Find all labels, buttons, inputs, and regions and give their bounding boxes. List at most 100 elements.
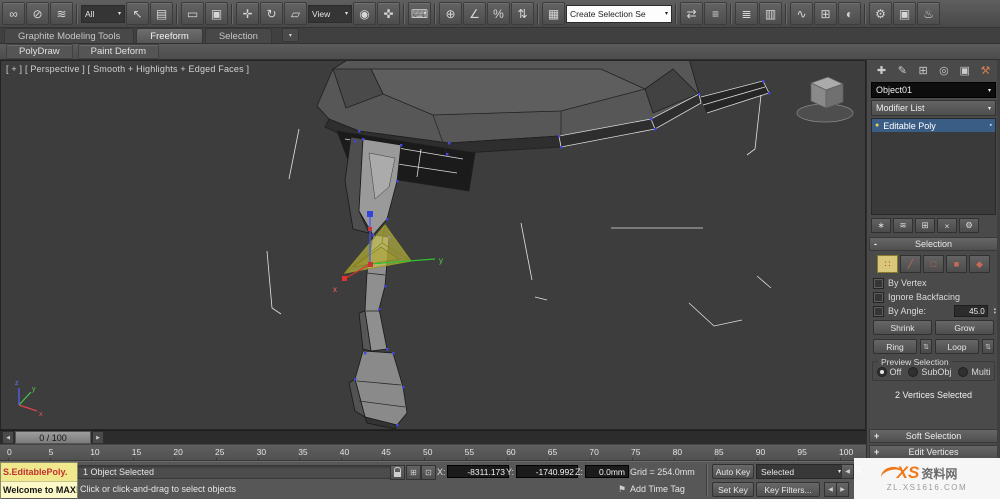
percent-snap-icon[interactable]: % [487,2,510,25]
select-and-move-icon[interactable]: ✛ [236,2,259,25]
perspective-viewport[interactable]: [ + ] [ Perspective ] [ Smooth + Highlig… [0,60,866,430]
absolute-mode-icon[interactable]: ⊞ [406,465,421,480]
spinner-snap-icon[interactable]: ⇅ [511,2,534,25]
pin-stack-icon[interactable]: ∗ [871,218,891,233]
ribbon-tab-freeform[interactable]: Freeform [136,28,203,43]
add-time-tag[interactable]: Add Time Tag [630,484,685,494]
edge-mode-button[interactable]: ╱ [900,255,921,273]
time-slider-track[interactable]: ◀ 0 / 100 ▶ [0,430,866,444]
y-coordinate-field[interactable]: -1740.992 [516,465,578,478]
tab-display-icon[interactable]: ▣ [957,63,972,78]
select-and-manipulate-icon[interactable]: ✜ [377,2,400,25]
radio-off-option[interactable]: Off [876,367,901,377]
select-and-scale-icon[interactable]: ▱ [284,2,307,25]
loop-spinner[interactable]: ⇅ [982,339,994,354]
selection-filter-dropdown[interactable]: All ▾ [81,4,125,23]
rollout-soft-selection-header[interactable]: + Soft Selection [869,429,998,443]
ring-button[interactable]: Ring [873,339,917,354]
previous-frame-arrow[interactable]: ◀ [2,431,14,444]
by-vertex-checkbox[interactable] [873,277,884,289]
make-unique-icon[interactable]: ⊞ [915,218,935,233]
stack-row-editable-poly[interactable]: ● Editable Poly ▪ [872,119,995,132]
rollout-edit-vertices-header[interactable]: + Edit Vertices [869,445,998,459]
time-slider-handle[interactable]: 0 / 100 [15,431,91,444]
window-crossing-icon[interactable]: ▣ [205,2,228,25]
object-name-dropdown[interactable]: Object01 ▾ [871,82,996,98]
use-pivot-center-icon[interactable]: ◉ [353,2,376,25]
configure-modifier-sets-icon[interactable]: ⚙ [959,218,979,233]
tab-motion-icon[interactable]: ◎ [936,63,951,78]
remove-modifier-icon[interactable]: × [937,218,957,233]
rollout-selection-header[interactable]: - Selection [869,237,998,251]
rectangular-selection-region-icon[interactable]: ▭ [181,2,204,25]
ring-spinner[interactable]: ⇅ [920,339,932,354]
next-frame-arrow[interactable]: ▶ [92,431,104,444]
named-selection-set-dropdown[interactable]: Create Selection Se ▾ [566,4,672,23]
keyboard-override-icon[interactable]: ⌨ [408,2,431,25]
render-setup-icon[interactable]: ⚙ [869,2,892,25]
radio-multi-button[interactable] [958,367,969,377]
select-and-link-icon[interactable]: ∞ [2,2,25,25]
radio-multi-option[interactable]: Multi [958,367,990,377]
auto-key-button[interactable]: Auto Key [712,464,754,479]
viewport-label[interactable]: [ + ] [ Perspective ] [ Smooth + Highlig… [6,64,249,74]
ribbon-tab-graphite-modeling-tools[interactable]: Graphite Modeling Tools [4,28,135,43]
angle-spinner[interactable]: ▴ ▾ [994,306,996,315]
timeline-ruler[interactable]: 0 5 10 15 20 25 30 35 40 45 50 55 60 65 70 75 80 85 90 95 10… [0,444,866,461]
select-object-icon[interactable]: ↖ [126,2,149,25]
angle-value-field[interactable]: 45.0 [953,305,988,317]
modifier-stack[interactable]: ● Editable Poly ▪ [871,118,996,215]
element-mode-button[interactable]: ◆ [969,255,990,273]
shrink-button[interactable]: Shrink [873,320,932,335]
by-angle-checkbox[interactable] [873,305,884,317]
subobject-expand-icon[interactable]: ▪ [990,122,992,129]
layer-manager-icon[interactable]: ≣ [735,2,758,25]
offset-mode-icon[interactable]: ⊡ [421,465,436,480]
select-and-rotate-icon[interactable]: ↻ [260,2,283,25]
x-coordinate-field[interactable]: -8311.173 [447,465,509,478]
rendered-frame-icon[interactable]: ▣ [893,2,916,25]
viewport-canvas[interactable]: x y x y z [1,61,865,429]
z-coordinate-field[interactable]: 0.0mm [585,465,629,478]
ribbon-tab-selection[interactable]: Selection [204,28,272,43]
material-editor-icon[interactable]: ◐ [838,2,861,25]
schematic-view-icon[interactable]: ⊞ [814,2,837,25]
maxscript-mini-listener[interactable]: S.EditablePoly. Welcome to MAX! [0,462,78,499]
radio-subobj-button[interactable] [908,367,919,377]
modifier-list-dropdown[interactable]: Modifier List ▾ [871,100,996,116]
tab-hierarchy-icon[interactable]: ⊞ [916,63,931,78]
viewcube[interactable] [796,76,854,123]
ribbon-minimize-icon[interactable]: ▾ [281,28,299,42]
snaps-toggle-icon[interactable]: ⊕ [439,2,462,25]
polygon-mode-button[interactable]: ■ [946,255,967,273]
angle-snap-icon[interactable]: ∠ [463,2,486,25]
set-key-button[interactable]: Set Key [712,482,754,497]
radio-subobj-option[interactable]: SubObj [908,367,951,377]
show-end-result-icon[interactable]: ≋ [893,218,913,233]
next-key-icon[interactable]: ▶ [836,482,849,497]
grow-button[interactable]: Grow [935,320,994,335]
named-selection-sets-icon[interactable]: ▦ [542,2,565,25]
ignore-backfacing-checkbox[interactable] [873,291,884,303]
mirror-icon[interactable]: ⇄ [680,2,703,25]
align-icon[interactable]: ≡ [704,2,727,25]
tab-modify-icon[interactable]: ✎ [895,63,910,78]
spinner-down-icon[interactable]: ▾ [994,310,996,315]
key-filters-button[interactable]: Key Filters... [756,482,820,497]
unlink-selection-icon[interactable]: ⊘ [26,2,49,25]
ribbon-panel-polydraw[interactable]: PolyDraw [6,44,73,59]
selection-lock-icon[interactable] [390,465,405,480]
selected-set-dropdown[interactable]: Selected ▾ [756,464,846,479]
reference-coordinate-dropdown[interactable]: View ▾ [308,4,352,23]
bind-to-space-warp-icon[interactable]: ≋ [50,2,73,25]
tab-utilities-icon[interactable]: ⚒ [978,63,993,78]
visibility-bulb-icon[interactable]: ● [875,122,879,129]
border-mode-button[interactable]: □ [923,255,944,273]
radio-off-button[interactable] [876,367,887,377]
ribbon-panel-paint-deform[interactable]: Paint Deform [77,44,160,59]
graphite-toggle-icon[interactable]: ▥ [759,2,782,25]
vertex-mode-button[interactable]: ∷ [877,255,898,273]
select-by-name-icon[interactable]: ▤ [150,2,173,25]
tab-create-icon[interactable]: ✚ [874,63,889,78]
loop-button[interactable]: Loop [935,339,979,354]
